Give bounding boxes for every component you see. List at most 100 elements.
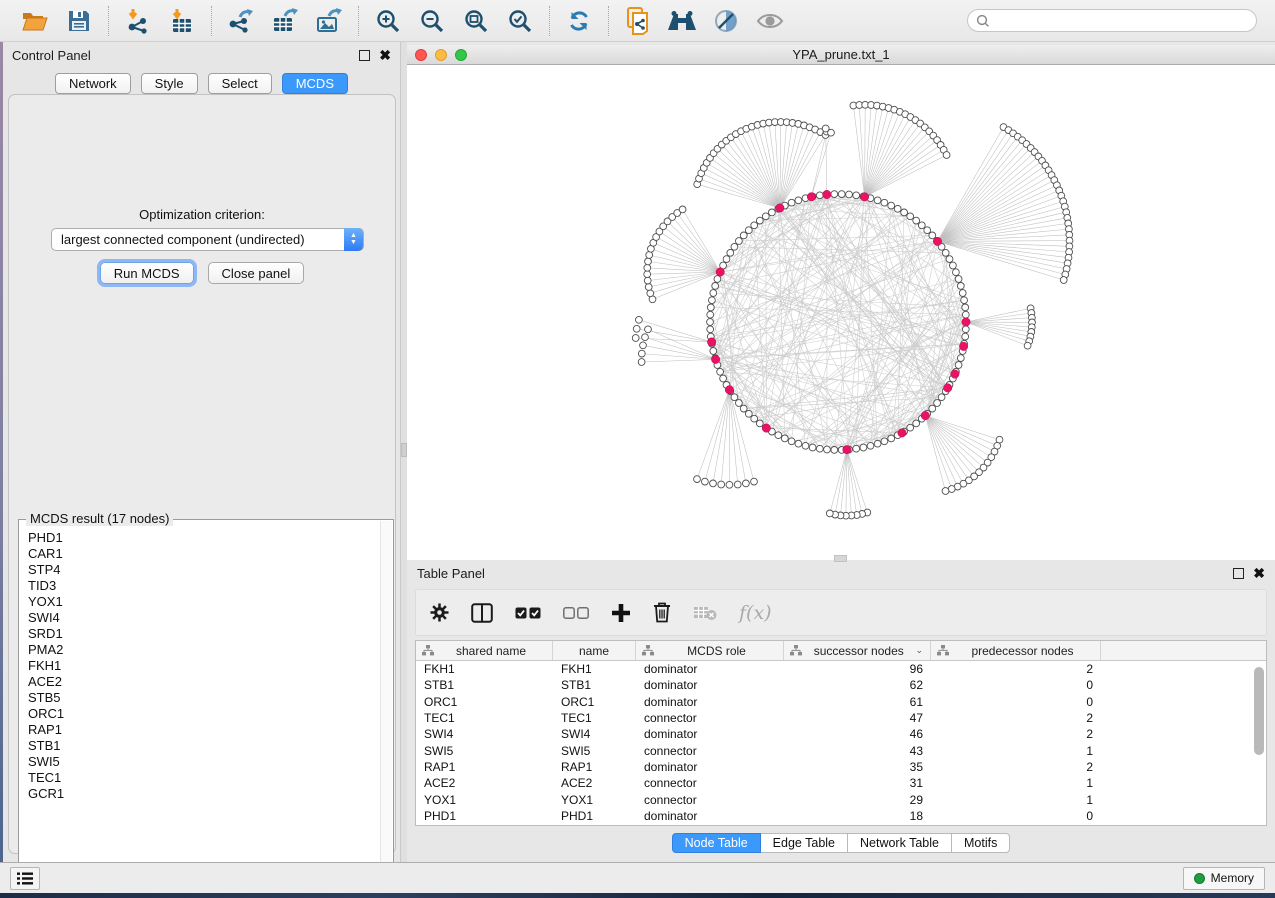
run-mcds-button[interactable]: Run MCDS — [100, 262, 194, 284]
cell-successor-nodes[interactable]: 29 — [784, 793, 931, 807]
table-row[interactable]: STB1STB1dominator620 — [416, 677, 1266, 693]
cell-MCDS-role[interactable]: dominator — [636, 678, 784, 692]
share-document-icon[interactable] — [621, 5, 655, 37]
cell-successor-nodes[interactable]: 35 — [784, 760, 931, 774]
cell-predecessor-nodes[interactable]: 2 — [931, 662, 1101, 676]
cell-name[interactable]: STB1 — [553, 678, 636, 692]
optimization-criterion-select[interactable]: largest connected component (undirected)… — [51, 228, 364, 251]
table-row[interactable]: TEC1TEC1connector472 — [416, 710, 1266, 726]
cell-successor-nodes[interactable]: 31 — [784, 776, 931, 790]
float-table-panel-icon[interactable] — [1233, 568, 1244, 579]
cell-name[interactable]: RAP1 — [553, 760, 636, 774]
column-header-predecessor-nodes[interactable]: predecessor nodes — [931, 641, 1101, 660]
zoom-out-icon[interactable] — [415, 5, 449, 37]
export-network-icon[interactable] — [224, 5, 258, 37]
cell-MCDS-role[interactable]: dominator — [636, 760, 784, 774]
result-node-item[interactable]: ACE2 — [28, 674, 380, 690]
cell-name[interactable]: TEC1 — [553, 711, 636, 725]
tab-select[interactable]: Select — [208, 73, 272, 94]
result-node-item[interactable]: SWI4 — [28, 610, 380, 626]
cell-name[interactable]: SWI5 — [553, 744, 636, 758]
result-node-item[interactable]: STB1 — [28, 738, 380, 754]
import-table-icon[interactable] — [165, 5, 199, 37]
cell-successor-nodes[interactable]: 61 — [784, 695, 931, 709]
add-row-icon[interactable] — [611, 603, 631, 623]
table-row[interactable]: ORC1ORC1dominator610 — [416, 694, 1266, 710]
result-node-item[interactable]: YOX1 — [28, 594, 380, 610]
table-row[interactable]: RAP1RAP1dominator352 — [416, 759, 1266, 775]
tab-network[interactable]: Network — [55, 73, 131, 94]
column-header-successor-nodes[interactable]: successor nodes⌄ — [784, 641, 931, 660]
network-canvas[interactable] — [407, 65, 1275, 560]
cell-shared-name[interactable]: STB1 — [416, 678, 553, 692]
cell-shared-name[interactable]: SWI4 — [416, 727, 553, 741]
memory-button[interactable]: Memory — [1183, 867, 1265, 890]
cell-MCDS-role[interactable]: connector — [636, 711, 784, 725]
float-panel-icon[interactable] — [359, 50, 370, 61]
cell-name[interactable]: SWI4 — [553, 727, 636, 741]
cell-name[interactable]: ACE2 — [553, 776, 636, 790]
cell-predecessor-nodes[interactable]: 0 — [931, 678, 1101, 692]
result-node-item[interactable]: PMA2 — [28, 642, 380, 658]
cell-predecessor-nodes[interactable]: 2 — [931, 727, 1101, 741]
cell-shared-name[interactable]: ACE2 — [416, 776, 553, 790]
export-image-icon[interactable] — [312, 5, 346, 37]
cell-successor-nodes[interactable]: 46 — [784, 727, 931, 741]
delete-row-icon[interactable] — [653, 602, 671, 623]
cell-predecessor-nodes[interactable]: 2 — [931, 711, 1101, 725]
close-table-panel-icon[interactable]: ✖ — [1253, 568, 1265, 579]
settings-gear-icon[interactable] — [430, 603, 449, 622]
zoom-fit-icon[interactable] — [459, 5, 493, 37]
cell-shared-name[interactable]: YOX1 — [416, 793, 553, 807]
column-header-shared-name[interactable]: shared name — [416, 641, 553, 660]
cell-MCDS-role[interactable]: dominator — [636, 727, 784, 741]
cell-predecessor-nodes[interactable]: 1 — [931, 744, 1101, 758]
cell-MCDS-role[interactable]: dominator — [636, 809, 784, 823]
result-list-scrollbar[interactable] — [380, 521, 392, 890]
cell-predecessor-nodes[interactable]: 1 — [931, 776, 1101, 790]
cell-name[interactable]: FKH1 — [553, 662, 636, 676]
result-node-item[interactable]: GCR1 — [28, 786, 380, 802]
result-node-item[interactable]: ORC1 — [28, 706, 380, 722]
result-node-item[interactable]: TEC1 — [28, 770, 380, 786]
cell-shared-name[interactable]: FKH1 — [416, 662, 553, 676]
result-node-item[interactable]: CAR1 — [28, 546, 380, 562]
open-session-icon[interactable] — [18, 5, 52, 37]
search-input[interactable] — [990, 13, 1248, 29]
tab-edge-table[interactable]: Edge Table — [761, 833, 848, 853]
refresh-layout-icon[interactable] — [562, 5, 596, 37]
cell-predecessor-nodes[interactable]: 1 — [931, 793, 1101, 807]
close-panel-button[interactable]: Close panel — [208, 262, 305, 284]
cell-MCDS-role[interactable]: connector — [636, 793, 784, 807]
result-node-item[interactable]: SRD1 — [28, 626, 380, 642]
search-binoculars-icon[interactable] — [665, 5, 699, 37]
cell-successor-nodes[interactable]: 96 — [784, 662, 931, 676]
cell-shared-name[interactable]: ORC1 — [416, 695, 553, 709]
show-hide-eye-icon[interactable] — [753, 5, 787, 37]
column-header-name[interactable]: name — [553, 641, 636, 660]
cell-name[interactable]: PHD1 — [553, 809, 636, 823]
table-row[interactable]: PHD1PHD1dominator180 — [416, 808, 1266, 824]
cell-successor-nodes[interactable]: 18 — [784, 809, 931, 823]
table-row[interactable]: FKH1FKH1dominator962 — [416, 661, 1266, 677]
export-table-icon[interactable] — [268, 5, 302, 37]
cell-predecessor-nodes[interactable]: 0 — [931, 695, 1101, 709]
deselect-all-icon[interactable] — [563, 606, 589, 619]
result-node-item[interactable]: SWI5 — [28, 754, 380, 770]
cell-MCDS-role[interactable]: dominator — [636, 662, 784, 676]
table-row[interactable]: YOX1YOX1connector291 — [416, 791, 1266, 807]
cell-shared-name[interactable]: TEC1 — [416, 711, 553, 725]
cell-name[interactable]: YOX1 — [553, 793, 636, 807]
result-node-item[interactable]: FKH1 — [28, 658, 380, 674]
result-node-item[interactable]: PHD1 — [28, 530, 380, 546]
cell-MCDS-role[interactable]: connector — [636, 776, 784, 790]
manage-columns-icon[interactable] — [471, 603, 493, 623]
result-node-item[interactable]: RAP1 — [28, 722, 380, 738]
select-all-icon[interactable] — [515, 606, 541, 619]
import-network-icon[interactable] — [121, 5, 155, 37]
table-row[interactable]: SWI4SWI4dominator462 — [416, 726, 1266, 742]
tab-mcds[interactable]: MCDS — [282, 73, 348, 94]
cell-MCDS-role[interactable]: dominator — [636, 695, 784, 709]
column-header-MCDS-role[interactable]: MCDS role — [636, 641, 784, 660]
tab-node-table[interactable]: Node Table — [672, 833, 761, 853]
